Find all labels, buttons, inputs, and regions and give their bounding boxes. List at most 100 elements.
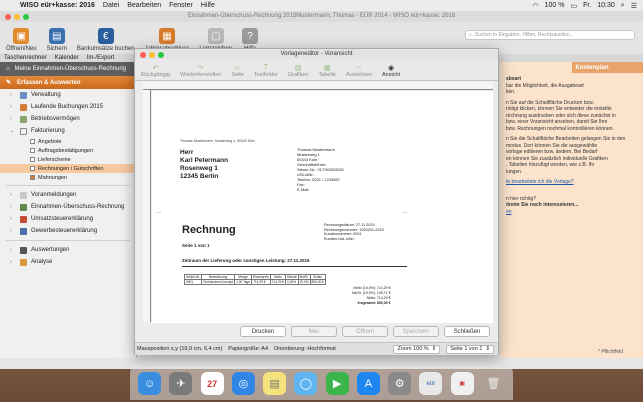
- open-button[interactable]: Öffnen: [342, 326, 388, 337]
- recipient-address: Herr Karl Petermann Rosenweg 1 12345 Ber…: [180, 149, 229, 180]
- template-editor-dialog: Vorlageneditor - Voransicht ↶ Rückgängig …: [134, 48, 499, 355]
- sidebar-item-eur[interactable]: › Einnahmen-Überschuss-Rechnung: [0, 201, 136, 213]
- clock-time[interactable]: 10:30: [597, 2, 615, 9]
- search-input[interactable]: ⌕ Suchen in Eingaben, Hilfen, Rechtsquell…: [465, 30, 635, 40]
- sidebar-item-betriebsvermoegen[interactable]: › Betriebsvermögen: [0, 113, 136, 125]
- report-icon: [20, 203, 27, 211]
- wiso2-icon[interactable]: ▣: [450, 372, 474, 395]
- notes-icon[interactable]: ▤: [263, 372, 287, 395]
- menu-datei[interactable]: Datei: [103, 2, 119, 9]
- orientation: Orientierung: Hochformat: [274, 346, 336, 352]
- sidebar-item-ust[interactable]: › Umsatzsteuererklärung: [0, 213, 136, 225]
- sidebar-item-analyse[interactable]: › Analyse: [0, 256, 136, 268]
- dialog-toolbar: ↶ Rückgängig ↷ Wiederherstellen ▭ Seite T Te…: [135, 59, 498, 81]
- dialog-titlebar: Vorlageneditor - Voransicht: [135, 49, 498, 59]
- menu-calendar[interactable]: Kalender: [55, 55, 79, 61]
- sidebar-item-fakturierung[interactable]: ⌄ Fakturierung: [0, 125, 136, 137]
- chevron-right-icon: ›: [10, 104, 12, 110]
- trade-tax-icon: [20, 227, 27, 235]
- safari-icon[interactable]: ◎: [231, 372, 255, 395]
- new-button[interactable]: Neu: [291, 326, 337, 337]
- battery-percent[interactable]: 100 %: [545, 2, 565, 9]
- battery-icon[interactable]: ▭: [570, 2, 577, 10]
- textfields-button[interactable]: T Textfelder: [254, 64, 278, 78]
- dialog-minimize-button[interactable]: [149, 52, 155, 58]
- help-text: sbeart bar die Möglichkeit, die Ausgabea…: [500, 73, 643, 218]
- align-icon: ⇔: [355, 64, 363, 71]
- graphics-button[interactable]: ▨ Grafiken: [288, 64, 309, 78]
- page-button[interactable]: ▭ Seite: [231, 64, 244, 78]
- app-menu[interactable]: WISO eür+kasse: 2016: [20, 2, 95, 9]
- sidebar-sub-rechnungen[interactable]: Rechnungen / Gutschriften: [0, 164, 136, 173]
- bank-button[interactable]: € Bankumsätze buchen: [77, 28, 135, 52]
- appstore-icon[interactable]: A: [356, 372, 380, 395]
- dialog-statusbar: Mausposition x,y (19,9 cm, 6,4 cm) Papie…: [135, 342, 498, 355]
- tax-icon: [20, 215, 27, 223]
- wiso-icon[interactable]: eür: [419, 372, 443, 395]
- chevron-right-icon: ›: [10, 92, 12, 98]
- sidebar-item-voranmeldungen[interactable]: › Voranmeldungen: [0, 189, 136, 201]
- menu-fenster[interactable]: Fenster: [169, 2, 193, 9]
- fold-mark-right: ----: [402, 209, 408, 214]
- chevron-down-icon: ⌄: [10, 128, 15, 134]
- preferences-icon[interactable]: ⚙: [388, 372, 412, 395]
- view-button[interactable]: ◉ Ansicht: [382, 64, 400, 78]
- invoice-table: Artikel-Nr. Bezeichnung Menge Einzelprei…: [184, 274, 326, 285]
- table-row: 0001 Technisches Konzept 1,00 Tage 714,2…: [184, 279, 326, 285]
- sidebar-sub-mahnungen[interactable]: Mahnungen: [0, 173, 136, 182]
- facetime-icon[interactable]: ▶: [325, 372, 349, 395]
- finder-icon[interactable]: ☺: [138, 372, 162, 395]
- menu-bearbeiten[interactable]: Bearbeiten: [127, 2, 161, 9]
- zoom-button[interactable]: [23, 14, 29, 20]
- stepper-icon: ⇕: [431, 346, 437, 352]
- paper-size: Papiergröße: A4: [228, 346, 269, 352]
- more-link[interactable]: en: [506, 209, 637, 216]
- messages-icon[interactable]: ◯: [294, 372, 318, 395]
- dialog-close-button[interactable]: [140, 52, 146, 58]
- tab-kontenplan[interactable]: Kontenplan: [571, 62, 643, 73]
- wifi-icon[interactable]: ◠: [533, 2, 539, 10]
- save-template-button[interactable]: Speichern: [393, 326, 439, 337]
- sidebar-item-buchungen[interactable]: › Laufende Buchungen 2015: [0, 101, 136, 113]
- assets-icon: [20, 115, 27, 123]
- pencil-icon: [20, 103, 27, 111]
- page-icon: ▭: [234, 65, 241, 72]
- close-dialog-button[interactable]: Schließen: [444, 326, 490, 337]
- launchpad-icon[interactable]: ✈: [169, 372, 193, 395]
- menu-import-export[interactable]: Im-/Export: [87, 55, 115, 61]
- sidebar-item-erfassen[interactable]: ✎ Erfassen & Auswerten: [0, 76, 136, 89]
- open-new-button[interactable]: ▣ Öffnen/Neu: [6, 28, 37, 52]
- sender-line: Thomas Mustermann, Musterweg 1, 50443 Kö…: [180, 139, 255, 143]
- delivery-period: Zeitraum der Lieferung oder sonstigen Le…: [182, 258, 310, 263]
- trash-icon[interactable]: 🗑: [482, 372, 505, 395]
- print-button[interactable]: Drucken: [240, 326, 286, 337]
- sidebar-header[interactable]: ⌂ Meine Einnahmen-Überschuss-Rechnung: [0, 62, 136, 76]
- page-select[interactable]: Seite 1 von 1 ⇕: [446, 344, 494, 354]
- align-button[interactable]: ⇔ Ausrichten: [346, 64, 372, 78]
- sidebar-sub-angebote[interactable]: Angebote: [0, 137, 136, 146]
- dialog-zoom-button[interactable]: [158, 52, 164, 58]
- sidebar-sub-lieferscheine[interactable]: Lieferscheine: [0, 155, 136, 164]
- image-icon: ▨: [294, 65, 302, 72]
- table-button[interactable]: ▦ Tabelle: [319, 64, 336, 78]
- tab-info[interactable]: [500, 62, 572, 73]
- window-title: Einnahmen-Überschuss-Rechnung 2015Muster…: [187, 13, 456, 19]
- menu-hilfe[interactable]: Hilfe: [201, 2, 215, 9]
- sidebar-item-gewst[interactable]: › Gewerbesteuererklärung: [0, 225, 136, 237]
- calendar-icon[interactable]: 27: [200, 372, 224, 395]
- menu-calculator[interactable]: Taschenrechner: [4, 55, 47, 61]
- sidebar-item-auswertungen[interactable]: › Auswertungen: [0, 244, 136, 256]
- close-button[interactable]: [5, 14, 11, 20]
- invoice-title: Rechnung: [182, 224, 236, 236]
- sidebar-item-verwaltung[interactable]: › Verwaltung: [0, 89, 136, 101]
- redo-button[interactable]: ↷ Wiederherstellen: [180, 64, 221, 78]
- chevron-right-icon: ›: [10, 192, 12, 198]
- minimize-button[interactable]: [14, 14, 20, 20]
- sidebar: ⌂ Meine Einnahmen-Überschuss-Rechnung ✎ Er…: [0, 62, 137, 358]
- sidebar-sub-auftrag[interactable]: Auftragsbestätigungen: [0, 146, 136, 155]
- search-icon[interactable]: ⌕: [621, 2, 625, 10]
- save-button[interactable]: ▤ Sichern: [47, 28, 67, 52]
- menu-list-icon[interactable]: ☰: [631, 2, 637, 10]
- undo-button[interactable]: ↶ Rückgängig: [141, 64, 170, 78]
- zoom-select[interactable]: Zoom 100 % ⇕: [393, 344, 441, 354]
